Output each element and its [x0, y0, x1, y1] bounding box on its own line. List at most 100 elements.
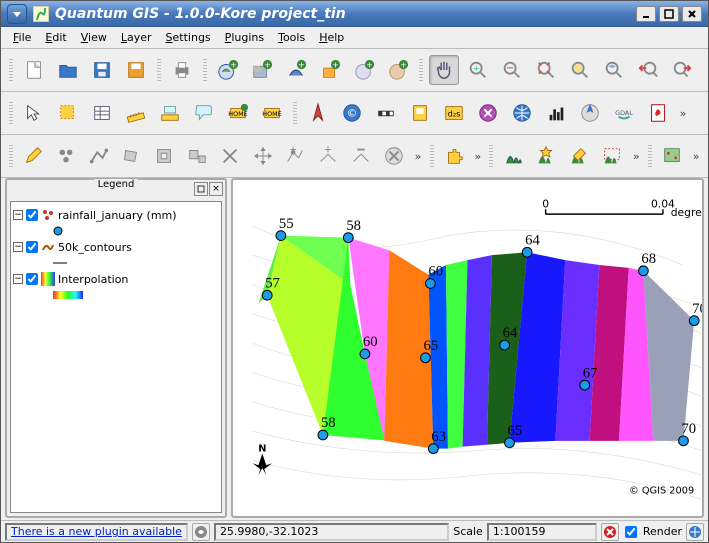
- add-wfs-button[interactable]: +: [383, 55, 413, 85]
- toolbar-overflow-2[interactable]: »: [412, 141, 423, 171]
- open-table-button[interactable]: [87, 98, 117, 128]
- window-menu-button[interactable]: [7, 4, 27, 24]
- histogram-button[interactable]: [541, 98, 571, 128]
- zoom-in-button[interactable]: +: [463, 55, 493, 85]
- copyright-button[interactable]: ©: [337, 98, 367, 128]
- ftools-button[interactable]: [473, 98, 503, 128]
- svg-text:70: 70: [681, 421, 696, 437]
- north-arrow-button[interactable]: [303, 98, 333, 128]
- measure-area-button[interactable]: [155, 98, 185, 128]
- stop-render-button[interactable]: [192, 523, 210, 541]
- add-raster-button[interactable]: +: [247, 55, 277, 85]
- rainfall-point: 64: [522, 232, 540, 257]
- gps-button[interactable]: [575, 98, 605, 128]
- zoom-layer-button[interactable]: [599, 55, 629, 85]
- zoom-full-button[interactable]: [531, 55, 561, 85]
- plugin-manager-button[interactable]: [439, 141, 468, 171]
- map-tips-button[interactable]: [189, 98, 219, 128]
- delete-selected-button[interactable]: [379, 141, 408, 171]
- legend-undock-button[interactable]: [194, 182, 208, 196]
- menu-view[interactable]: View: [75, 29, 113, 46]
- new-bookmark-button[interactable]: HOME: [223, 98, 253, 128]
- menu-layer[interactable]: Layer: [115, 29, 158, 46]
- split-button[interactable]: [215, 141, 244, 171]
- print-button[interactable]: [167, 55, 197, 85]
- svg-text:+: +: [366, 59, 373, 69]
- save-as-button[interactable]: [121, 55, 151, 85]
- gdal-button[interactable]: GDAL: [609, 98, 639, 128]
- zoom-last-button[interactable]: [633, 55, 663, 85]
- legend-tree[interactable]: − rainfall_january (mm) − 50k_contours −: [10, 201, 222, 513]
- edit-toggle-button[interactable]: [19, 141, 48, 171]
- menu-plugins[interactable]: Plugins: [219, 29, 270, 46]
- menu-edit[interactable]: Edit: [39, 29, 72, 46]
- layer-visibility-checkbox[interactable]: [26, 273, 38, 285]
- capture-point-button[interactable]: [51, 141, 80, 171]
- menu-help[interactable]: Help: [313, 29, 350, 46]
- add-wms-button[interactable]: +: [349, 55, 379, 85]
- minimize-button[interactable]: [636, 6, 656, 22]
- zoom-selection-button[interactable]: [565, 55, 595, 85]
- layer-contours[interactable]: − 50k_contours: [13, 238, 219, 256]
- layer-interpolation[interactable]: − Interpolation: [13, 270, 219, 288]
- move-feature-button[interactable]: [248, 141, 277, 171]
- capture-polygon-button[interactable]: [117, 141, 146, 171]
- svg-text:58: 58: [346, 218, 361, 234]
- delete-vertex-button[interactable]: [347, 141, 376, 171]
- stop-icon[interactable]: [601, 523, 619, 541]
- svg-text:55: 55: [279, 216, 294, 232]
- zoom-next-button[interactable]: [667, 55, 697, 85]
- menu-settings[interactable]: Settings: [160, 29, 217, 46]
- grass-region-button[interactable]: [598, 141, 627, 171]
- layer-rainfall[interactable]: − rainfall_january (mm): [13, 206, 219, 224]
- projection-button[interactable]: [686, 523, 704, 541]
- main-area: Legend × − rainfall_january (mm) −: [1, 178, 708, 520]
- menu-file[interactable]: File: [7, 29, 37, 46]
- toolbar-overflow-5[interactable]: »: [690, 141, 701, 171]
- close-button[interactable]: [682, 6, 702, 22]
- identify-button[interactable]: [19, 98, 49, 128]
- layer-visibility-checkbox[interactable]: [26, 241, 38, 253]
- georeferencer-button[interactable]: [658, 141, 687, 171]
- pdf-button[interactable]: [643, 98, 673, 128]
- grass-tools-button[interactable]: [499, 141, 528, 171]
- add-spatialite-button[interactable]: +: [315, 55, 345, 85]
- plugin-notice[interactable]: There is a new plugin available: [5, 523, 188, 541]
- toolbar-overflow-1[interactable]: »: [677, 98, 689, 128]
- toolbar-overflow-3[interactable]: »: [472, 141, 483, 171]
- save-project-button[interactable]: [87, 55, 117, 85]
- capture-island-button[interactable]: [183, 141, 212, 171]
- render-checkbox[interactable]: [625, 526, 637, 538]
- legend-close-button[interactable]: ×: [209, 182, 223, 196]
- open-project-button[interactable]: [53, 55, 83, 85]
- grass-edit-button[interactable]: [565, 141, 594, 171]
- legend-title: Legend: [94, 179, 139, 190]
- move-vertex-button[interactable]: [281, 141, 310, 171]
- measure-line-button[interactable]: [121, 98, 151, 128]
- maximize-button[interactable]: [659, 6, 679, 22]
- layer-visibility-checkbox[interactable]: [26, 209, 38, 221]
- expand-icon[interactable]: −: [13, 274, 23, 284]
- pan-button[interactable]: [429, 55, 459, 85]
- zoom-out-button[interactable]: −: [497, 55, 527, 85]
- d2s-button[interactable]: d₂s: [439, 98, 469, 128]
- capture-ring-button[interactable]: [150, 141, 179, 171]
- capture-line-button[interactable]: [84, 141, 113, 171]
- scale-input[interactable]: 1:100159: [487, 523, 597, 541]
- menu-tools[interactable]: Tools: [272, 29, 311, 46]
- toolbar-overflow-4[interactable]: »: [630, 141, 641, 171]
- add-vertex-button[interactable]: +: [314, 141, 343, 171]
- map-canvas[interactable]: 555860646870576065646758636570 0 0.04 de…: [231, 178, 704, 518]
- add-postgis-button[interactable]: +: [281, 55, 311, 85]
- add-vector-button[interactable]: +: [213, 55, 243, 85]
- wfs-button[interactable]: [507, 98, 537, 128]
- select-button[interactable]: [53, 98, 83, 128]
- expand-icon[interactable]: −: [13, 242, 23, 252]
- grass-new-button[interactable]: [532, 141, 561, 171]
- statusbar: There is a new plugin available 25.9980,…: [1, 520, 708, 542]
- show-bookmarks-button[interactable]: HOME: [257, 98, 287, 128]
- new-project-button[interactable]: [19, 55, 49, 85]
- scalebar-button[interactable]: [371, 98, 401, 128]
- quickprint-button[interactable]: [405, 98, 435, 128]
- expand-icon[interactable]: −: [13, 210, 23, 220]
